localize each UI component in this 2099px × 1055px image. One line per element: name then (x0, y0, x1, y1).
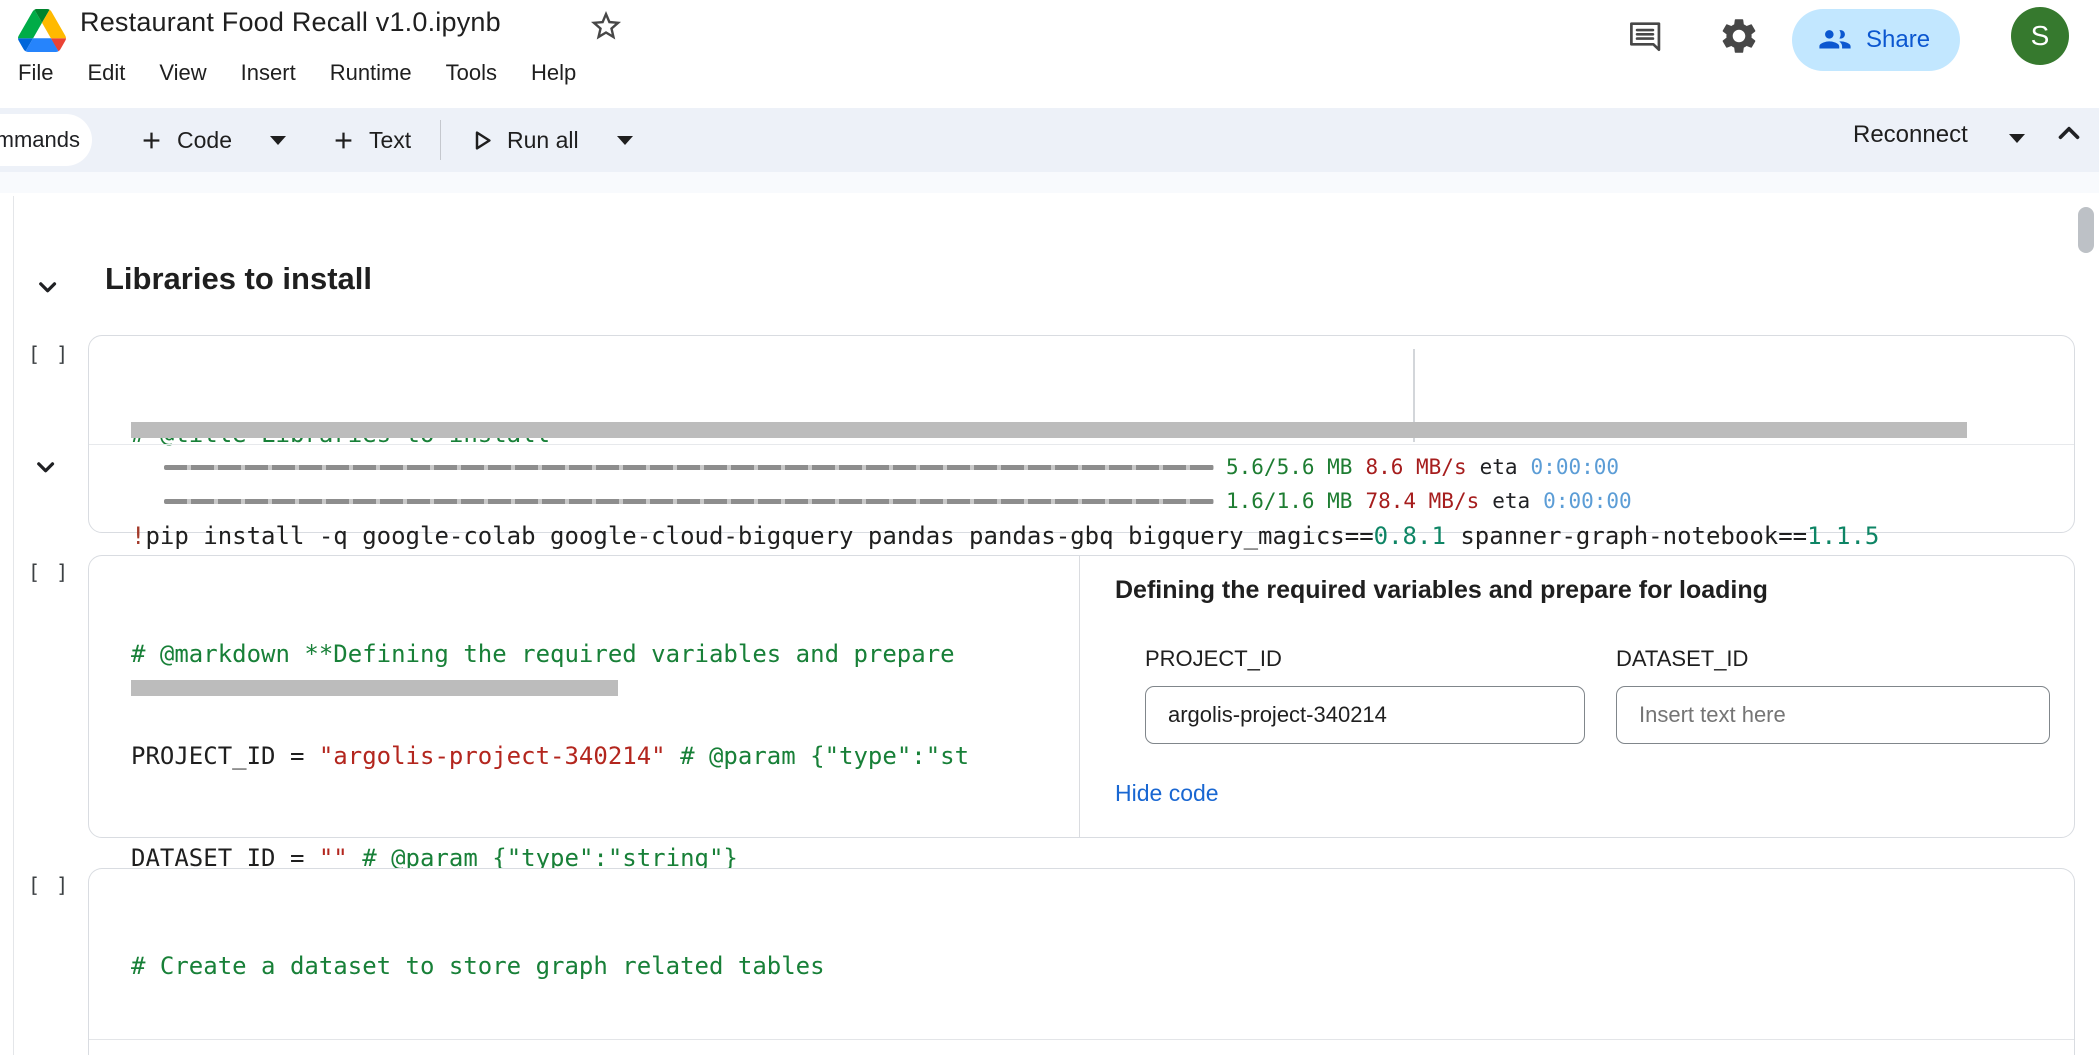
caret-down-icon (617, 136, 633, 145)
horizontal-scrollbar[interactable] (131, 680, 618, 696)
run-all-label: Run all (507, 127, 579, 154)
menu-insert[interactable]: Insert (241, 60, 296, 86)
avatar-letter: S (2031, 20, 2050, 52)
form-title: Defining the required variables and prep… (1115, 576, 1768, 605)
notebook-header: Restaurant Food Recall v1.0.ipynb File E… (0, 0, 2099, 108)
project-id-label: PROJECT_ID (1145, 646, 1585, 672)
star-icon[interactable] (588, 8, 624, 44)
code-cell-create-schema[interactable]: # Create a dataset to store graph relate… (88, 868, 2075, 1055)
progress-size: 5.6/5.6 MB (1226, 455, 1352, 479)
code-string: "argolis-project-340214" (319, 742, 666, 770)
settings-icon[interactable] (1718, 15, 1760, 57)
progress-eta-label: eta (1480, 455, 1518, 479)
code-text: PROJECT_ID = (131, 742, 319, 770)
horizontal-scrollbar[interactable] (131, 422, 1967, 438)
section-title: Libraries to install (105, 261, 372, 297)
notebook-title[interactable]: Restaurant Food Recall v1.0.ipynb (80, 7, 501, 38)
menubar: File Edit View Insert Runtime Tools Help (18, 60, 576, 86)
run-all-icon (468, 127, 495, 154)
project-id-field: PROJECT_ID (1145, 646, 1585, 744)
menu-runtime[interactable]: Runtime (330, 60, 412, 86)
progress-speed: 78.4 MB/s (1365, 489, 1479, 513)
menu-tools[interactable]: Tools (446, 60, 497, 86)
vertical-scrollbar[interactable] (2078, 207, 2094, 253)
drive-logo-icon (18, 9, 66, 52)
progress-size: 1.6/1.6 MB (1226, 489, 1352, 513)
run-cell-button[interactable]: [ ] (28, 873, 84, 897)
menu-file[interactable]: File (18, 60, 53, 86)
run-cell-button[interactable]: [ ] (28, 560, 84, 584)
run-all-button[interactable]: Run all (468, 116, 633, 164)
share-people-icon (1818, 23, 1852, 57)
code-text: pip install -q google-colab google-cloud… (145, 522, 1373, 550)
add-code-button[interactable]: Code (138, 116, 286, 164)
code-cell-libraries[interactable]: # @title Libraries to install !pip insta… (88, 335, 2075, 533)
section-chevron-icon[interactable] (32, 272, 62, 302)
progress-bar (164, 499, 1214, 504)
plus-icon (330, 127, 357, 154)
avatar[interactable]: S (2011, 7, 2069, 65)
code-number: 0.8.1 (1374, 522, 1446, 550)
share-button[interactable]: Share (1792, 9, 1960, 71)
code-cell-variables[interactable]: # @markdown **Defining the required vari… (88, 555, 2075, 838)
code-bang: ! (131, 522, 145, 550)
cell-bottom-divider (89, 1039, 2074, 1040)
progress-eta-label: eta (1492, 489, 1530, 513)
content-left-border (13, 196, 14, 1055)
pip-progress-line: 5.6/5.6 MB 8.6 MB/s eta 0:00:00 (164, 450, 1619, 484)
comment-icon[interactable] (1626, 18, 1664, 56)
dataset-id-field: DATASET_ID (1616, 646, 2050, 744)
add-text-button[interactable]: Text (330, 116, 411, 164)
progress-bar (164, 465, 1214, 470)
reconnect-button[interactable]: Reconnect (1853, 121, 1968, 149)
add-code-label: Code (177, 127, 232, 154)
collapse-up-icon[interactable] (2052, 116, 2086, 150)
menu-help[interactable]: Help (531, 60, 576, 86)
code-text: spanner-graph-notebook== (1446, 522, 1807, 550)
toolbar-divider (440, 120, 441, 160)
commands-button[interactable]: ommands (0, 114, 92, 166)
caret-down-icon (270, 136, 286, 145)
dataset-id-label: DATASET_ID (1616, 646, 2050, 672)
run-cell-button[interactable]: [ ] (28, 342, 84, 366)
code-editor[interactable]: # Create a dataset to store graph relate… (131, 881, 926, 1055)
progress-eta-value: 0:00:00 (1531, 455, 1620, 479)
code-number: 1.1.5 (1807, 522, 1879, 550)
toolbar-shadow-strip (0, 172, 2099, 193)
add-text-label: Text (369, 127, 411, 154)
toolbar: ommands Code Text Run all Reconnect (0, 108, 2099, 172)
code-comment: # Create a dataset to store graph relate… (131, 952, 825, 980)
pip-progress-line: 1.6/1.6 MB 78.4 MB/s eta 0:00:00 (164, 484, 1632, 518)
menu-edit[interactable]: Edit (87, 60, 125, 86)
output-chevron-icon[interactable] (30, 452, 60, 482)
progress-speed: 8.6 MB/s (1365, 455, 1466, 479)
share-label: Share (1866, 26, 1930, 54)
output-divider (89, 444, 2074, 445)
dataset-id-input[interactable] (1616, 686, 2050, 744)
plus-icon (138, 127, 165, 154)
code-comment: # @param {"type":"st (666, 742, 969, 770)
hide-code-link[interactable]: Hide code (1115, 780, 1219, 807)
colab-app: Restaurant Food Recall v1.0.ipynb File E… (0, 0, 2099, 1055)
progress-eta-value: 0:00:00 (1543, 489, 1632, 513)
project-id-input[interactable] (1145, 686, 1585, 744)
code-comment: # @markdown **Defining the required vari… (131, 640, 955, 668)
caret-down-icon[interactable] (2009, 134, 2025, 143)
params-form: Defining the required variables and prep… (1080, 556, 2074, 837)
menu-view[interactable]: View (159, 60, 206, 86)
